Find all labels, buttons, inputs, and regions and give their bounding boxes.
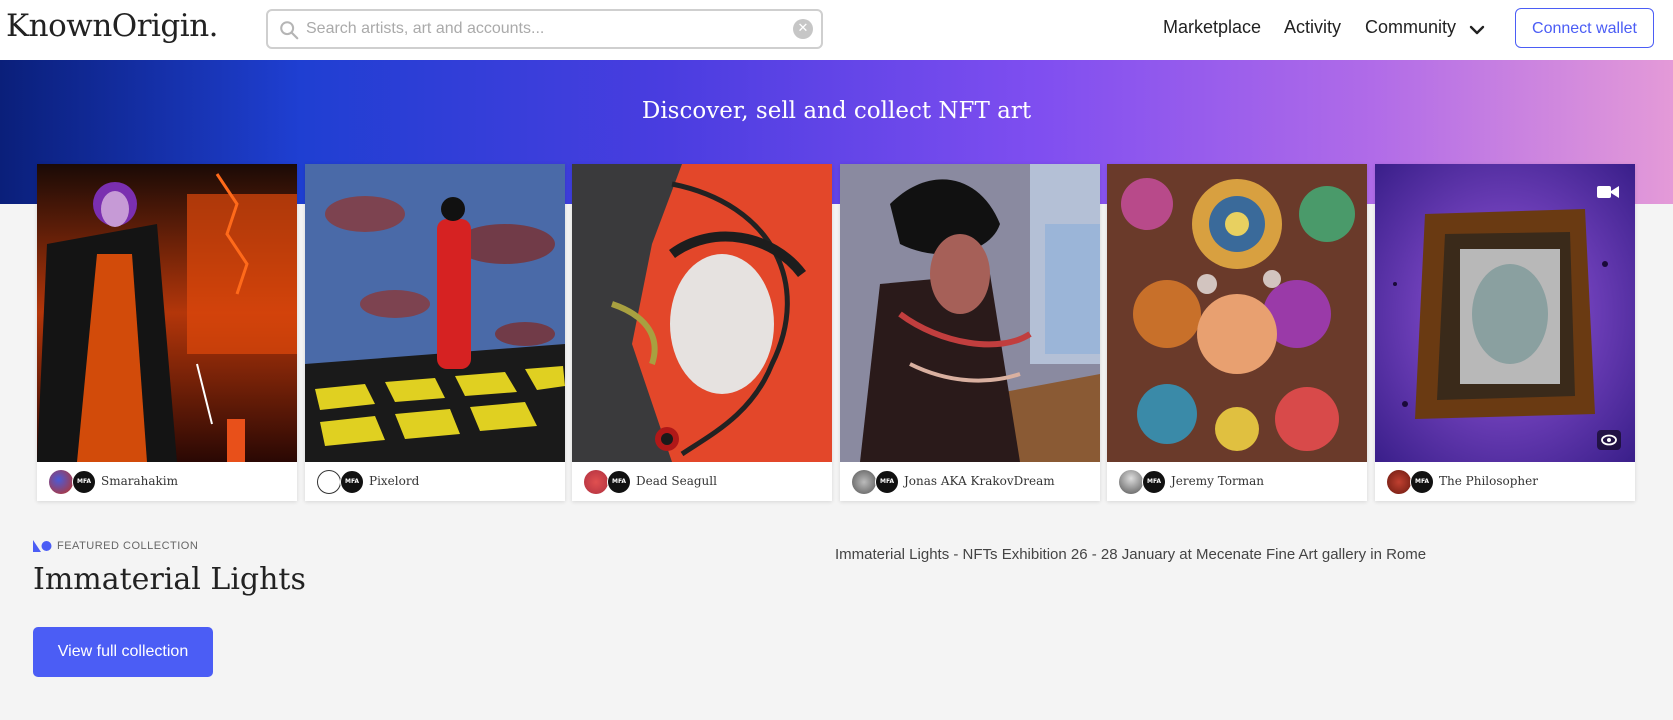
artist-avatar[interactable] (852, 470, 876, 494)
artist-avatar[interactable] (584, 470, 608, 494)
artwork-image[interactable] (305, 164, 565, 462)
card-footer: MFA Dead Seagull (572, 462, 832, 501)
card-footer: MFA Jeremy Torman (1107, 462, 1367, 501)
artist-avatar[interactable] (1387, 470, 1411, 494)
site-logo[interactable]: KnownOrigin. (6, 8, 219, 44)
artwork-image[interactable] (572, 164, 832, 462)
featured-description: Immaterial Lights - NFTs Exhibition 26 -… (835, 546, 1427, 563)
mfa-badge: MFA (72, 470, 96, 494)
artwork-image[interactable] (840, 164, 1100, 462)
top-header: KnownOrigin. ✕ Marketplace Activity Comm… (0, 0, 1673, 60)
card-footer: MFA Pixelord (305, 462, 565, 501)
clear-search-icon[interactable]: ✕ (793, 19, 813, 39)
search-icon (280, 21, 299, 40)
chevron-down-icon[interactable] (1469, 22, 1485, 38)
artwork-card[interactable]: MFA Jonas AKA KrakovDream (840, 164, 1100, 501)
artwork-image[interactable] (1107, 164, 1367, 462)
featured-title: Immaterial Lights (33, 562, 306, 597)
search-box[interactable]: ✕ (266, 9, 823, 49)
artist-name[interactable]: The Philosopher (1439, 474, 1538, 488)
artwork-image[interactable] (1375, 164, 1635, 462)
mfa-badge: MFA (1142, 470, 1166, 494)
artist-name[interactable]: Pixelord (369, 474, 419, 488)
artwork-image[interactable] (37, 164, 297, 462)
nav-activity[interactable]: Activity (1284, 17, 1341, 38)
artist-name[interactable]: Dead Seagull (636, 474, 717, 488)
mfa-badge: MFA (607, 470, 631, 494)
nav-community[interactable]: Community (1365, 17, 1456, 38)
artist-avatar[interactable] (49, 470, 73, 494)
featured-label-text: FEATURED COLLECTION (57, 540, 199, 552)
artwork-card[interactable]: MFA Smarahakim (37, 164, 297, 501)
featured-collection-label: FEATURED COLLECTION (33, 540, 199, 553)
artist-avatar[interactable] (1119, 470, 1143, 494)
card-footer: MFA Jonas AKA KrakovDream (840, 462, 1100, 501)
artist-name[interactable]: Jonas AKA KrakovDream (904, 474, 1055, 488)
artwork-card[interactable]: MFA Dead Seagull (572, 164, 832, 501)
mfa-badge: MFA (1410, 470, 1434, 494)
artwork-card[interactable]: MFA Pixelord (305, 164, 565, 501)
view-full-collection-button[interactable]: View full collection (33, 627, 213, 677)
card-footer: MFA The Philosopher (1375, 462, 1635, 501)
connect-wallet-button[interactable]: Connect wallet (1515, 8, 1654, 48)
card-footer: MFA Smarahakim (37, 462, 297, 501)
collection-icon (33, 540, 52, 553)
hero-title: Discover, sell and collect NFT art (641, 98, 1032, 124)
artist-avatar[interactable] (317, 470, 341, 494)
artist-name[interactable]: Jeremy Torman (1171, 474, 1264, 488)
eye-icon[interactable] (1597, 430, 1621, 450)
artwork-card[interactable]: MFA The Philosopher (1375, 164, 1635, 501)
nav-marketplace[interactable]: Marketplace (1163, 17, 1261, 38)
mfa-badge: MFA (875, 470, 899, 494)
search-input[interactable] (306, 11, 776, 47)
video-camera-icon (1597, 186, 1619, 198)
artwork-card[interactable]: MFA Jeremy Torman (1107, 164, 1367, 501)
mfa-badge: MFA (340, 470, 364, 494)
artist-name[interactable]: Smarahakim (101, 474, 178, 488)
